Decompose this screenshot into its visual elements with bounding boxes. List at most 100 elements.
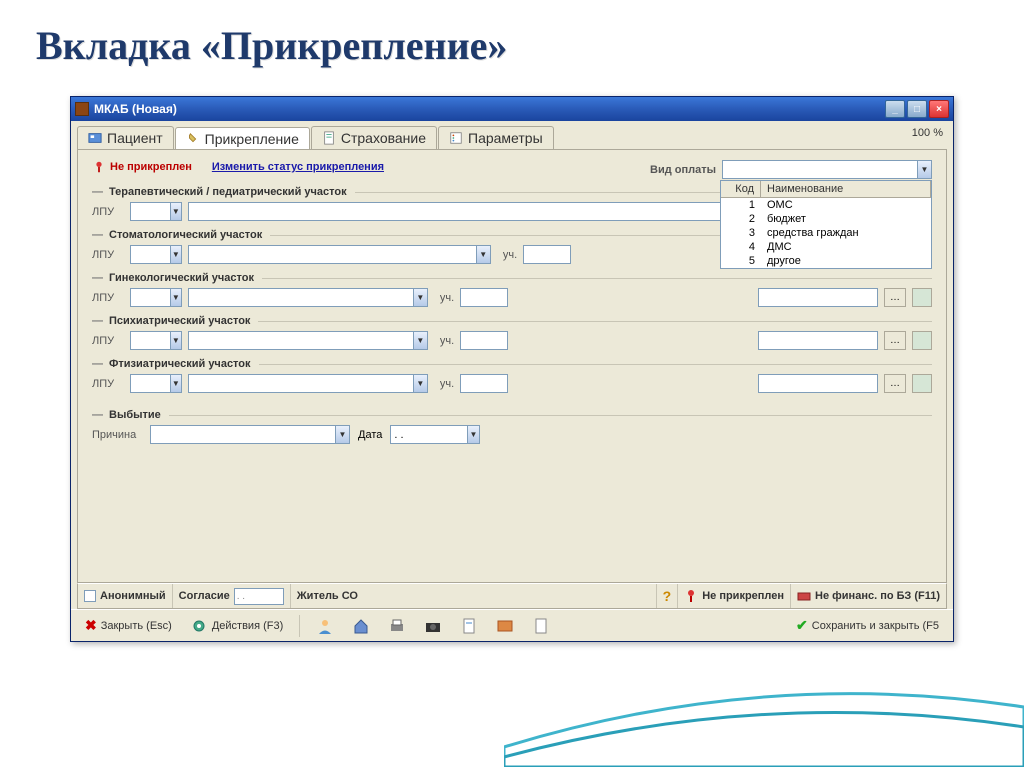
app-icon	[75, 102, 89, 116]
reason-combo[interactable]: ▼	[150, 425, 350, 444]
payment-dropdown: Код Наименование 1ОМС 2бюджет 3средства …	[720, 180, 932, 269]
card-icon	[496, 617, 514, 635]
photo-button[interactable]	[418, 614, 448, 638]
change-status-link[interactable]: Изменить статус прикрепления	[212, 161, 384, 173]
chevron-down-icon[interactable]: ▼	[170, 203, 181, 220]
date-combo[interactable]: ▼	[390, 425, 480, 444]
anonymous-cell[interactable]: Анонимный	[78, 584, 173, 608]
save-button[interactable]: ✔ Сохранить и закрыть (F5	[790, 614, 945, 637]
dropdown-option[interactable]: 5другое	[721, 254, 931, 268]
user-button[interactable]	[310, 614, 340, 638]
tab-body: Не прикреплен Изменить статус прикреплен…	[77, 149, 947, 583]
extra-input[interactable]	[758, 288, 878, 307]
extra-input[interactable]	[758, 331, 878, 350]
lpu-combo[interactable]: ▼	[130, 374, 182, 393]
pin-icon	[92, 160, 106, 174]
actions-button[interactable]: Действия (F3)	[184, 614, 289, 638]
question-icon: ?	[663, 588, 672, 604]
action-button[interactable]	[912, 331, 932, 350]
col-name: Наименование	[761, 181, 931, 197]
resident-cell: Житель СО	[291, 584, 657, 608]
section-title: Фтизиатрический участок	[92, 358, 932, 370]
close-button[interactable]: ×	[929, 100, 949, 118]
toolbar: ✖ Закрыть (Esc) Действия (F3) ✔	[71, 609, 953, 641]
chevron-down-icon[interactable]: ▼	[170, 246, 181, 263]
lpu-combo[interactable]: ▼	[130, 288, 182, 307]
lpu-combo[interactable]: ▼	[130, 245, 182, 264]
dropdown-arrow-icon[interactable]: ▼	[917, 161, 931, 178]
check-icon: ✔	[796, 617, 808, 634]
chevron-down-icon[interactable]: ▼	[413, 289, 427, 306]
lpu-label: ЛПУ	[92, 206, 124, 218]
maximize-button[interactable]: □	[907, 100, 927, 118]
payment-input[interactable]	[723, 163, 917, 177]
clip-icon	[186, 132, 200, 146]
chevron-down-icon[interactable]: ▼	[413, 375, 427, 392]
lpu-combo[interactable]: ▼	[130, 331, 182, 350]
close-button[interactable]: ✖ Закрыть (Esc)	[79, 614, 178, 637]
dropdown-option[interactable]: 4ДМС	[721, 240, 931, 254]
action-button[interactable]	[912, 374, 932, 393]
browse-button[interactable]: …	[884, 288, 906, 307]
titlebar: МКАБ (Новая) _ □ ×	[71, 97, 953, 121]
uch-input[interactable]	[460, 374, 508, 393]
browse-button[interactable]: …	[884, 331, 906, 350]
chevron-down-icon[interactable]: ▼	[170, 375, 181, 392]
section-title: Гинекологический участок	[92, 272, 932, 284]
action-button[interactable]	[912, 288, 932, 307]
uch-input[interactable]	[460, 331, 508, 350]
consent-date[interactable]	[234, 588, 284, 605]
help-cell[interactable]: ? ?	[657, 584, 679, 608]
payment-combo[interactable]: ▼	[722, 160, 932, 179]
tab-patient[interactable]: Пациент	[77, 126, 174, 149]
section-ftiz: Фтизиатрический участок ЛПУ ▼ ▼ уч. …	[92, 358, 932, 393]
section-gyneco: Гинекологический участок ЛПУ ▼ ▼ уч. …	[92, 272, 932, 307]
payment-type: Вид оплаты ▼	[650, 160, 932, 179]
lpu-combo[interactable]: ▼	[130, 202, 182, 221]
home-button[interactable]	[346, 614, 376, 638]
col-code: Код	[721, 181, 761, 197]
dropdown-option[interactable]: 3средства граждан	[721, 226, 931, 240]
date-label: Дата	[358, 429, 382, 441]
browse-button[interactable]: …	[884, 374, 906, 393]
uch-input[interactable]	[460, 288, 508, 307]
finance-cell[interactable]: Не финанс. по БЗ (F11)	[791, 584, 946, 608]
slide-title: Вкладка «Прикрепление»	[0, 0, 1024, 79]
minimize-button[interactable]: _	[885, 100, 905, 118]
dropdown-option[interactable]: 1ОМС	[721, 198, 931, 212]
status-bar: Анонимный Согласие Житель СО ? ? Не прик…	[77, 583, 947, 609]
uch-label: уч.	[440, 378, 454, 390]
payment-label: Вид оплаты	[650, 164, 716, 176]
section-leave: Выбытие Причина ▼ Дата ▼	[92, 409, 932, 444]
tabs: Пациент Прикрепление Страхование Парамет…	[71, 121, 953, 149]
chevron-down-icon[interactable]: ▼	[170, 289, 181, 306]
lpu-name-combo[interactable]: ▼	[188, 288, 428, 307]
consent-cell: Согласие	[173, 584, 291, 608]
chevron-down-icon[interactable]: ▼	[467, 426, 480, 443]
card-button[interactable]	[490, 614, 520, 638]
status-attached-cell: Не прикреплен	[678, 584, 791, 608]
section-title: Психиатрический участок	[92, 315, 932, 327]
uch-input[interactable]	[523, 245, 571, 264]
chevron-down-icon[interactable]: ▼	[413, 332, 427, 349]
anonymous-checkbox[interactable]	[84, 590, 96, 602]
tab-attachment[interactable]: Прикрепление	[175, 127, 310, 150]
chevron-down-icon[interactable]: ▼	[170, 332, 181, 349]
gear-icon	[190, 617, 208, 635]
chevron-down-icon[interactable]: ▼	[335, 426, 349, 443]
extra-input[interactable]	[758, 374, 878, 393]
doc-button[interactable]	[454, 614, 484, 638]
tab-parameters[interactable]: Параметры	[438, 126, 554, 149]
chevron-down-icon[interactable]: ▼	[476, 246, 490, 263]
lpu-name-combo[interactable]: ▼	[188, 374, 428, 393]
dropdown-option[interactable]: 2бюджет	[721, 212, 931, 226]
doc-icon	[322, 131, 336, 145]
uch-label: уч.	[440, 335, 454, 347]
money-icon	[797, 589, 811, 603]
file-button[interactable]	[526, 614, 556, 638]
print-button[interactable]	[382, 614, 412, 638]
lpu-name-combo[interactable]: ▼	[188, 331, 428, 350]
tab-label: Параметры	[468, 130, 543, 146]
lpu-name-combo[interactable]: ▼	[188, 245, 491, 264]
tab-insurance[interactable]: Страхование	[311, 126, 437, 149]
